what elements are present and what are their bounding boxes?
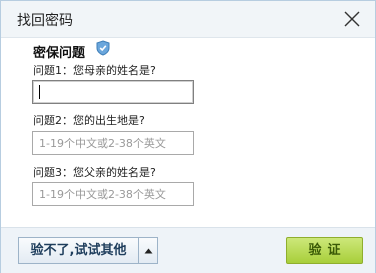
question-2-answer-input[interactable] [32, 131, 194, 155]
try-other-method-button[interactable]: 验不了,试试其他 [18, 237, 139, 264]
close-icon[interactable] [343, 10, 361, 28]
dialog-title: 找回密码 [17, 13, 73, 29]
dialog-titlebar: 找回密码 [1, 1, 375, 38]
find-password-dialog: 找回密码 密保问题 问题1：您母亲的姓名是? 问题2：您的出生地是? 问题3：您… [0, 0, 376, 273]
security-question-heading: 密保问题 [33, 46, 86, 61]
question-3-answer-input[interactable] [32, 182, 194, 206]
question-2-label: 问题2：您的出生地是? [33, 114, 145, 127]
dialog-footer: 验不了,试试其他 验证 [1, 227, 375, 273]
text-caret [39, 85, 40, 99]
question-1-answer-input[interactable] [32, 80, 194, 104]
question-3-label: 问题3：您父亲的姓名是? [33, 166, 156, 179]
question-1-label: 问题1：您母亲的姓名是? [33, 64, 156, 77]
triangle-up-icon[interactable] [139, 237, 158, 264]
shield-icon [96, 40, 110, 56]
verify-button[interactable]: 验证 [286, 237, 363, 264]
